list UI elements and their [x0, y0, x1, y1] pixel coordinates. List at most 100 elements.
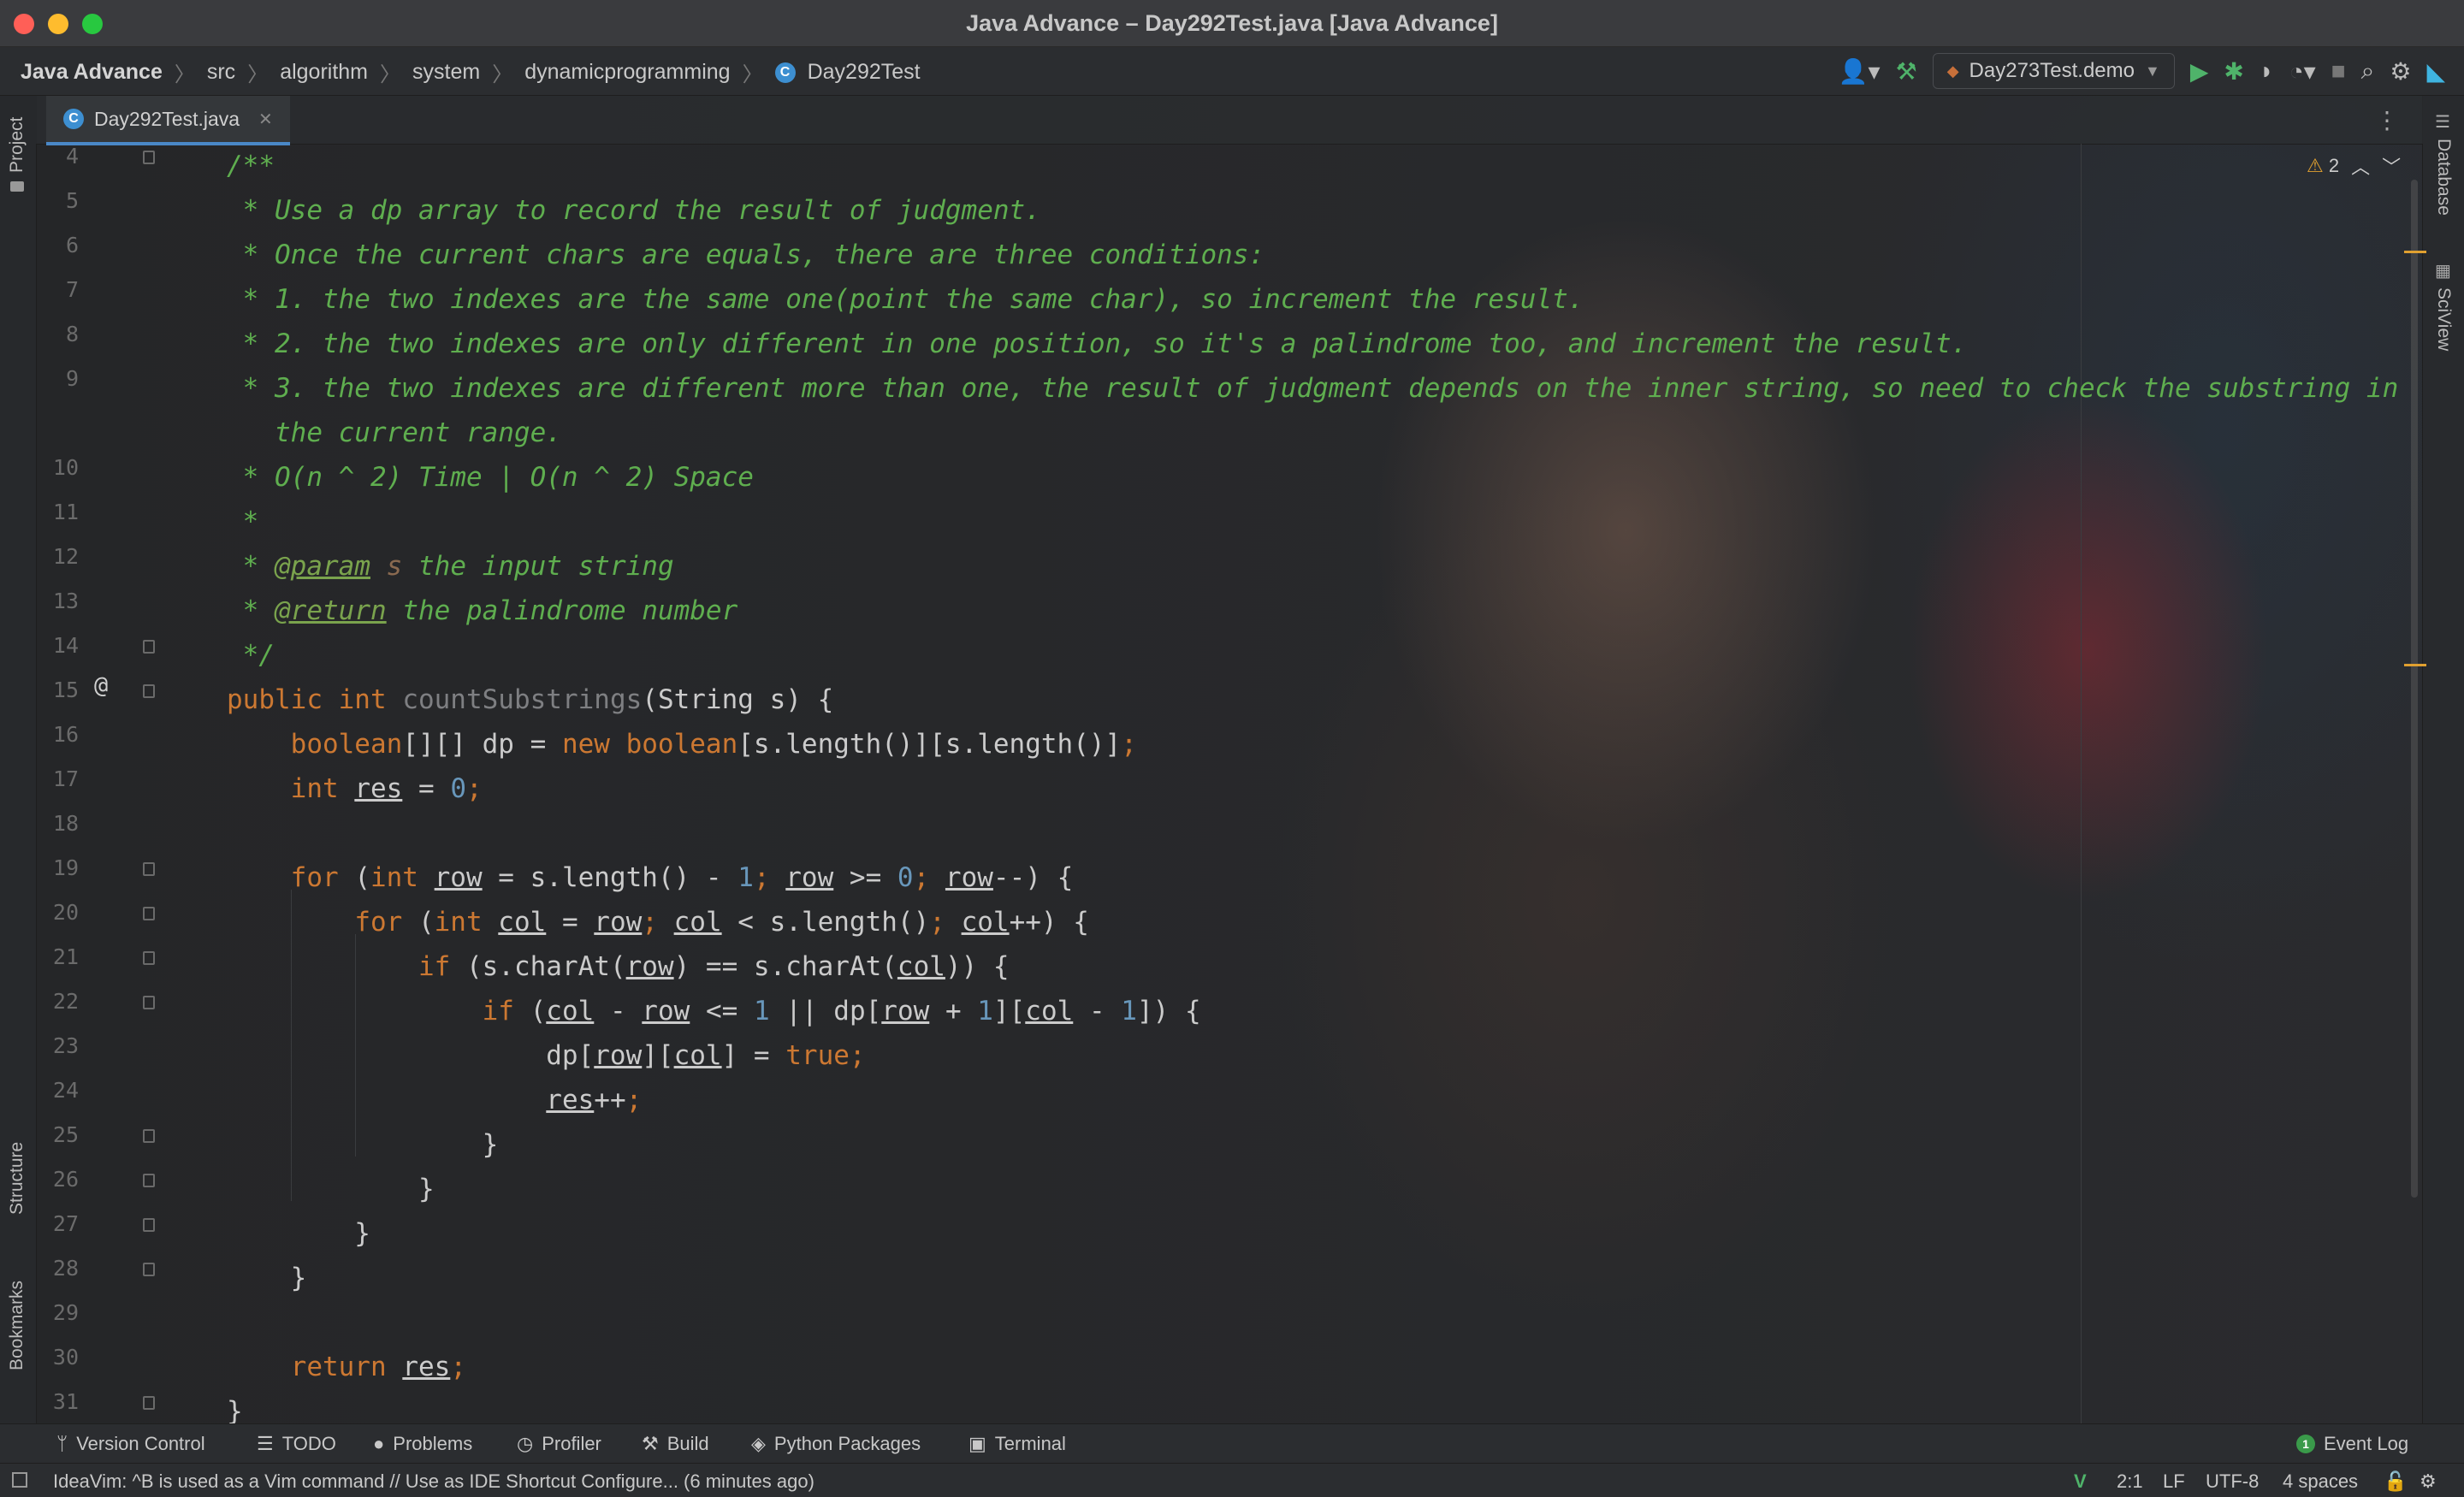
version-control-tool-button[interactable]: ᛘ Version Control [56, 1433, 205, 1455]
code-line: * @return the palindrome number [227, 595, 738, 626]
sciview-tool-button[interactable]: SciView [2433, 287, 2454, 351]
todo-tool-button[interactable]: ☰ TODO [257, 1433, 336, 1455]
line-ending[interactable]: LF [2163, 1470, 2185, 1493]
profile-icon[interactable]: ◔▾ [2289, 57, 2316, 86]
run-configuration-select[interactable]: ◆ Day273Test.demo ▼ [1932, 53, 2175, 89]
structure-tool-button[interactable]: Structure [7, 1142, 27, 1215]
ide-window: Java Advance – Day292Test.java [Java Adv… [0, 0, 2464, 1497]
warning-stripe-marker[interactable] [2404, 251, 2426, 253]
gear-icon[interactable]: ⚙ [2390, 57, 2411, 86]
breadcrumb-src[interactable]: src [207, 60, 235, 85]
fold-marker-icon[interactable] [143, 1263, 155, 1276]
run-config-label: Day273Test.demo [1969, 59, 2135, 82]
vim-icon[interactable]: V [2074, 1470, 2087, 1493]
fold-marker-icon[interactable] [143, 862, 155, 876]
terminal-tool-button[interactable]: ▣ Terminal [968, 1433, 1066, 1455]
breadcrumb-system[interactable]: system [412, 60, 480, 85]
database-tool-button[interactable]: Database [2433, 139, 2454, 216]
fold-marker-icon[interactable] [143, 151, 155, 164]
sciview-icon: ▦ [2435, 262, 2451, 281]
fold-marker-icon[interactable] [143, 1174, 155, 1187]
build-hammer-icon[interactable]: ⚒ [1896, 57, 1917, 86]
bookmarks-tool-button[interactable]: Bookmarks [7, 1281, 27, 1370]
fold-marker-icon[interactable] [143, 1218, 155, 1232]
run-icon[interactable]: ▶ [2190, 57, 2209, 86]
line-number: 25 [52, 1122, 79, 1147]
debug-icon[interactable]: ✱ [2224, 57, 2243, 86]
panel-toggle-icon[interactable] [12, 1472, 27, 1488]
breadcrumb: Java Advance 〉 src 〉 algorithm 〉 system … [21, 57, 921, 87]
fold-marker-icon[interactable] [143, 907, 155, 920]
chevron-up-icon[interactable]: ︿ [2351, 152, 2370, 180]
right-tool-strip: ☰ Database ▦ SciView [2422, 96, 2464, 1423]
run-config-icon: ◆ [1946, 62, 1959, 80]
code-line: res++; [546, 1085, 643, 1115]
code-line: if (col - row <= 1 || dp[row + 1][col - … [482, 996, 1201, 1027]
code-line: * Once the current chars are equals, the… [227, 240, 1265, 270]
python-packages-tool-button[interactable]: ◈ Python Packages [751, 1433, 921, 1455]
search-icon[interactable]: ⌕ [2361, 57, 2375, 86]
window-title: Java Advance – Day292Test.java [Java Adv… [966, 10, 1498, 36]
code-line: */ [227, 640, 275, 671]
override-marker-icon[interactable]: @ [94, 672, 108, 699]
fold-marker-icon[interactable] [143, 640, 155, 654]
chevron-right-icon: 〉 [492, 63, 513, 86]
line-number: 6 [65, 233, 79, 257]
build-tool-button[interactable]: ⚒ Build [642, 1433, 709, 1455]
fold-marker-icon[interactable] [143, 1129, 155, 1143]
inspections-widget[interactable]: ⚠ 2 ︿ ﹀ [2307, 152, 2401, 180]
lock-icon[interactable]: 🔓 [2384, 1470, 2407, 1493]
tab-label: Day292Test.java [94, 107, 240, 130]
line-number: 5 [65, 188, 79, 213]
breadcrumb-dynamicprogramming[interactable]: dynamicprogramming [524, 60, 730, 85]
problems-tool-button[interactable]: ● Problems [373, 1433, 472, 1455]
project-tool-button[interactable]: Project [7, 117, 27, 173]
main-toolbar: 👤▾ ⚒ ◆ Day273Test.demo ▼ ▶ ✱ ◗ ◔▾ ■ ⌕ ⚙ … [1839, 53, 2464, 89]
status-message[interactable]: IdeaVim: ^B is used as a Vim command // … [53, 1470, 814, 1493]
line-number: 21 [52, 944, 79, 969]
chevron-down-icon[interactable]: ﹀ [2382, 152, 2401, 180]
line-number: 15 [52, 677, 79, 702]
line-number: 22 [52, 989, 79, 1014]
code-line: /** [227, 151, 275, 181]
warning-stripe-marker[interactable] [2404, 664, 2426, 666]
event-log-tool-button[interactable]: 1 Event Log [2296, 1433, 2408, 1455]
file-encoding[interactable]: UTF-8 [2206, 1470, 2259, 1493]
profiler-tool-button[interactable]: ◷ Profiler [517, 1433, 601, 1455]
coverage-icon[interactable]: ◗ [2260, 57, 2274, 85]
list-icon: ☰ [257, 1433, 274, 1454]
warning-icon: ⚠ [2307, 155, 2324, 176]
layers-icon: ◈ [751, 1433, 766, 1454]
folder-icon [10, 181, 24, 192]
user-icon[interactable]: 👤▾ [1839, 57, 1881, 86]
code-editor[interactable]: /** * Use a dp array to record the resul… [227, 144, 2417, 1427]
chevron-right-icon: 〉 [380, 63, 401, 86]
line-number: 10 [52, 455, 79, 480]
indent-setting[interactable]: 4 spaces [2283, 1470, 2358, 1493]
line-number: 16 [52, 722, 79, 747]
more-options-icon[interactable]: ⋮ [2375, 106, 2399, 134]
build-label: Build [666, 1433, 709, 1454]
fold-marker-icon[interactable] [143, 684, 155, 698]
line-number: 9 [65, 366, 79, 391]
notifications-icon[interactable]: ⚙ [2420, 1470, 2437, 1493]
branch-icon: ᛘ [56, 1433, 68, 1454]
toolbox-logo-icon[interactable]: ◣ [2426, 57, 2445, 86]
todo-label: TODO [281, 1433, 336, 1454]
fold-marker-icon[interactable] [143, 951, 155, 965]
code-line: * Use a dp array to record the result of… [227, 195, 1041, 226]
breadcrumb-algorithm[interactable]: algorithm [280, 60, 368, 85]
code-line: the current range. [227, 417, 562, 448]
fold-marker-icon[interactable] [143, 996, 155, 1009]
tab-day292test[interactable]: C Day292Test.java ✕ [46, 96, 290, 145]
vertical-scrollbar[interactable] [2411, 180, 2418, 1198]
fold-marker-icon[interactable] [143, 1396, 155, 1410]
close-tab-icon[interactable]: ✕ [258, 109, 273, 130]
line-number: 4 [65, 144, 79, 169]
code-line: for (int row = s.length() - 1; row >= 0;… [290, 862, 1074, 893]
stop-icon[interactable]: ■ [2331, 57, 2346, 85]
chevron-down-icon: ▼ [2145, 62, 2160, 80]
breadcrumb-project[interactable]: Java Advance [21, 60, 163, 85]
caret-position[interactable]: 2:1 [2117, 1470, 2143, 1493]
breadcrumb-class[interactable]: Day292Test [808, 60, 921, 85]
